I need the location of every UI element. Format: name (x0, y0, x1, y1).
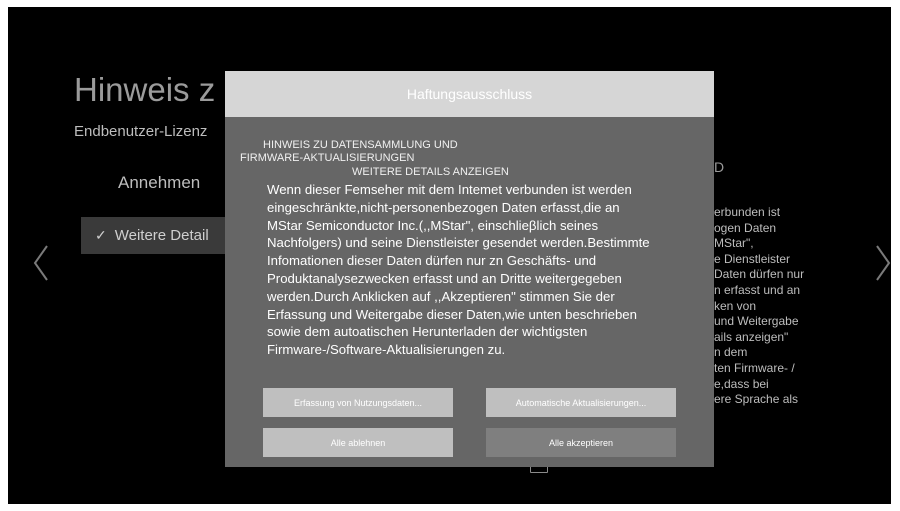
right-panel-heading: D (714, 159, 725, 175)
disclaimer-dialog: Haftungsausschluss HINWEIS ZU DATENSAMML… (225, 71, 714, 467)
tv-screen: Hinweis z Endbenutzer-Lizenz Annehmen ✓ … (8, 7, 891, 504)
body-line: Nachfolgers) und seine Dienstleister ges… (267, 235, 650, 251)
background-subtitle: Endbenutzer-Lizenz (74, 123, 208, 140)
right-panel-line: erbunden ist (714, 205, 781, 219)
auto-updates-button[interactable]: Automatische Aktualisierungen... (486, 388, 676, 417)
body-line: Erfassung und Weitergabe dieser Daten,wi… (267, 306, 637, 322)
usage-data-button[interactable]: Erfassung von Nutzungsdaten... (263, 388, 453, 417)
dialog-body-text: Wenn dieser Femseher mit dem Intemet ver… (267, 181, 697, 359)
body-line: Firmware-/Software-Aktualisierungen zu. (267, 342, 506, 358)
right-panel-line: n erfasst und an (714, 282, 801, 297)
body-line: eingeschränkte,nicht-personenbezogen Dat… (267, 199, 620, 215)
body-line: werden.Durch Anklicken auf ,,Akzeptieren… (267, 288, 615, 304)
more-details-label: Weitere Detail (114, 227, 209, 244)
body-line: Wenn dieser Femseher mit dem Intemet ver… (267, 182, 632, 197)
right-panel-line: ogen Daten (714, 220, 777, 235)
right-panel-text: erbunden ist ogen Daten MStar", e Dienst… (714, 205, 834, 408)
right-panel-line: Daten dürfen nur (714, 267, 805, 282)
chevron-right-icon[interactable] (868, 243, 891, 283)
right-panel-line: e,dass bei (714, 376, 769, 391)
right-panel-line: e Dienstleister (714, 251, 791, 266)
more-details-link[interactable]: WEITERE DETAILS ANZEIGEN (352, 166, 509, 178)
right-panel-line: ten Firmware- / (714, 360, 795, 375)
checkmark-icon: ✓ (95, 227, 107, 243)
notice-heading-line: FIRMWARE-AKTUALISIERUNGEN (240, 152, 415, 164)
right-panel-line: n dem (714, 345, 748, 360)
more-details-option[interactable]: ✓ Weitere Detail (81, 217, 231, 254)
accept-all-button[interactable]: Alle akzeptieren (486, 428, 676, 457)
background-title: Hinweis z (74, 71, 216, 108)
body-line: Produktanalysezwecken erfasst und an Dri… (267, 270, 622, 286)
body-line: MStar Semiconductor Inc.(,,MStar", einsc… (267, 217, 599, 233)
right-panel-line: ken von (714, 298, 757, 313)
chevron-left-icon[interactable] (26, 243, 56, 283)
dialog-title: Haftungsausschluss (225, 71, 714, 117)
notice-heading-line: HINWEIS ZU DATENSAMMLUNG UND (263, 139, 458, 151)
right-panel-line: ere Sprache als (714, 392, 799, 407)
right-panel-line: und Weitergabe (714, 314, 799, 329)
accept-option[interactable]: Annehmen (118, 173, 200, 193)
notice-heading: HINWEIS ZU DATENSAMMLUNG UND FIRMWARE-AK… (240, 139, 523, 165)
right-panel-line: ails anzeigen" (714, 329, 789, 344)
body-line: sowie dem autoatischen Herunterladen der… (267, 324, 588, 340)
body-line: Infomationen dieser Daten dürfen nur zn … (267, 253, 597, 269)
reject-all-button[interactable]: Alle ablehnen (263, 428, 453, 457)
right-panel-line: MStar", (714, 236, 754, 251)
